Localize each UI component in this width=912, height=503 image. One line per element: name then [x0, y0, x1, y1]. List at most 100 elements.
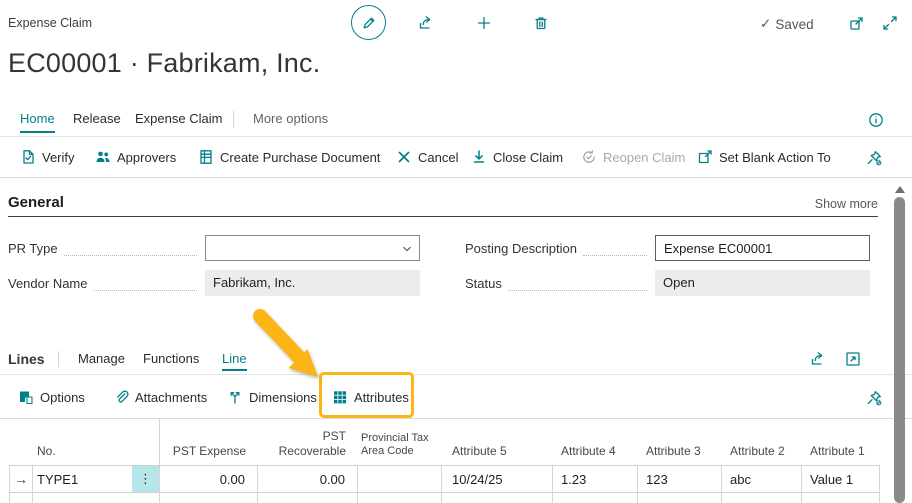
cell-no[interactable]: TYPE1 ⋮: [33, 466, 160, 492]
col-attribute-3[interactable]: Attribute 3: [638, 444, 722, 465]
verify-document-icon: [20, 149, 36, 165]
new-plus-icon[interactable]: [476, 15, 492, 31]
expense-claim-page: Expense Claim ✓ Saved EC00001 · Fabrikam…: [0, 0, 912, 503]
row-indicator-arrow: →: [9, 466, 33, 492]
lines-tab-functions[interactable]: Functions: [143, 351, 199, 371]
cell-attribute-2[interactable]: abc: [722, 466, 802, 492]
general-fields-left: PR Type Vendor Name Fabrikam, Inc.: [8, 235, 420, 305]
cell-attribute-3[interactable]: 123: [638, 466, 722, 492]
close-claim-button[interactable]: Close Claim: [471, 149, 563, 165]
attributes-button[interactable]: Attributes: [332, 389, 409, 405]
menu-tab-bar: Home Release Expense Claim More options: [0, 103, 912, 137]
options-card-icon: [18, 389, 34, 405]
col-pst-recoverable[interactable]: PST Recoverable: [258, 429, 358, 465]
verify-button[interactable]: Verify: [20, 149, 75, 165]
vendor-name-label: Vendor Name: [8, 276, 88, 291]
more-options[interactable]: More options: [253, 111, 328, 133]
col-attribute-1[interactable]: Attribute 1: [802, 444, 880, 465]
expand-grid-icon[interactable]: [845, 351, 861, 367]
cell-attribute-1[interactable]: Value 1: [802, 466, 880, 492]
field-vendor-name: Vendor Name Fabrikam, Inc.: [8, 270, 420, 296]
cell-pst-expense[interactable]: 0.00: [160, 466, 258, 492]
cancel-button[interactable]: Cancel: [396, 149, 458, 165]
status-label: Status: [465, 276, 502, 291]
tab-expense-claim[interactable]: Expense Claim: [135, 111, 222, 133]
expand-fullscreen-icon[interactable]: [882, 15, 898, 31]
section-title-general: General: [8, 194, 64, 211]
posting-description-input[interactable]: [655, 235, 870, 261]
col-pst-expense[interactable]: PST Expense: [160, 444, 258, 465]
dimensions-branch-icon: [227, 389, 243, 405]
action-bar: Verify Approvers Create Purchase Documen…: [0, 138, 912, 178]
save-status: ✓ Saved: [760, 16, 814, 32]
dotted-leader: [583, 247, 647, 256]
create-purchase-document-button[interactable]: Create Purchase Document: [198, 149, 380, 165]
cell-pst-recoverable[interactable]: 0.00: [258, 466, 358, 492]
lines-separator: [58, 351, 59, 367]
dotted-leader: [64, 247, 197, 256]
lines-section-title: Lines: [8, 351, 45, 367]
arrow-down-tray-icon: [471, 149, 487, 165]
col-indicator: [9, 459, 33, 465]
tab-release[interactable]: Release: [73, 111, 121, 133]
options-button[interactable]: Options: [18, 389, 85, 405]
save-status-label: Saved: [775, 17, 813, 32]
vendor-name-value: Fabrikam, Inc.: [205, 270, 420, 296]
posting-description-label: Posting Description: [465, 241, 577, 256]
reopen-circle-check-icon: [581, 149, 597, 165]
top-command-bar: Expense Claim ✓ Saved: [0, 0, 912, 48]
reopen-claim-button[interactable]: Reopen Claim: [581, 149, 685, 165]
field-status: Status Open: [465, 270, 870, 296]
unpin-icon[interactable]: [866, 390, 882, 406]
people-icon: [95, 149, 111, 165]
approvers-button[interactable]: Approvers: [95, 149, 176, 165]
tab-separator: [233, 111, 234, 128]
cell-attribute-5[interactable]: 10/24/25: [442, 466, 553, 492]
col-provincial-tax-area-code[interactable]: Provincial Tax Area Code: [358, 432, 442, 466]
dimensions-button[interactable]: Dimensions: [227, 389, 317, 405]
col-no[interactable]: No.: [33, 419, 160, 465]
table-row: → TYPE1 ⋮ 0.00 0.00 10/24/25 1.23 123 ab…: [9, 466, 880, 493]
tab-home[interactable]: Home: [20, 111, 55, 133]
cancel-x-icon: [396, 149, 412, 165]
row-kebab-menu[interactable]: ⋮: [132, 466, 159, 492]
pr-type-combobox[interactable]: [205, 235, 420, 261]
lines-toolbar: Options Attachments Dimensions Attribute…: [0, 375, 912, 419]
table-row-partial: [9, 493, 880, 503]
delete-trash-icon[interactable]: [533, 15, 549, 31]
general-fields-right: Posting Description Status Open: [465, 235, 870, 305]
page-title: EC00001 · Fabrikam, Inc.: [8, 48, 320, 79]
general-section-header: General Show more: [8, 192, 878, 217]
lines-tab-line[interactable]: Line: [222, 351, 247, 371]
status-value: Open: [655, 270, 870, 296]
lines-grid: No. PST Expense PST Recoverable Provinci…: [9, 419, 880, 503]
attachments-button[interactable]: Attachments: [113, 389, 207, 405]
open-in-window-icon[interactable]: [849, 15, 865, 31]
cell-attribute-4[interactable]: 1.23: [553, 466, 638, 492]
field-posting-description: Posting Description: [465, 235, 870, 261]
purchase-document-icon: [198, 149, 214, 165]
unpin-icon[interactable]: [866, 150, 882, 166]
attributes-grid-icon: [332, 389, 348, 405]
box-arrow-icon: [697, 149, 713, 165]
info-icon[interactable]: [868, 112, 884, 128]
col-attribute-5[interactable]: Attribute 5: [442, 444, 553, 465]
page-caption: Expense Claim: [8, 16, 92, 30]
show-more-link[interactable]: Show more: [815, 197, 878, 211]
pencil-icon: [361, 15, 377, 31]
field-pr-type: PR Type: [8, 235, 420, 261]
col-attribute-4[interactable]: Attribute 4: [553, 444, 638, 465]
share-icon[interactable]: [810, 351, 826, 367]
edit-button[interactable]: [351, 5, 386, 40]
lines-tab-manage[interactable]: Manage: [78, 351, 125, 371]
cell-provincial-tax-area-code[interactable]: [358, 466, 442, 492]
share-icon[interactable]: [418, 15, 434, 31]
scrollbar-thumb[interactable]: [894, 197, 905, 503]
chevron-down-icon[interactable]: [401, 243, 413, 255]
set-blank-action-to-button[interactable]: Set Blank Action To: [697, 149, 831, 165]
paperclip-icon: [113, 389, 129, 405]
grid-header-row: No. PST Expense PST Recoverable Provinci…: [9, 419, 880, 466]
scrollbar-up-arrow[interactable]: [895, 186, 905, 193]
dotted-leader: [508, 282, 647, 291]
col-attribute-2[interactable]: Attribute 2: [722, 444, 802, 465]
